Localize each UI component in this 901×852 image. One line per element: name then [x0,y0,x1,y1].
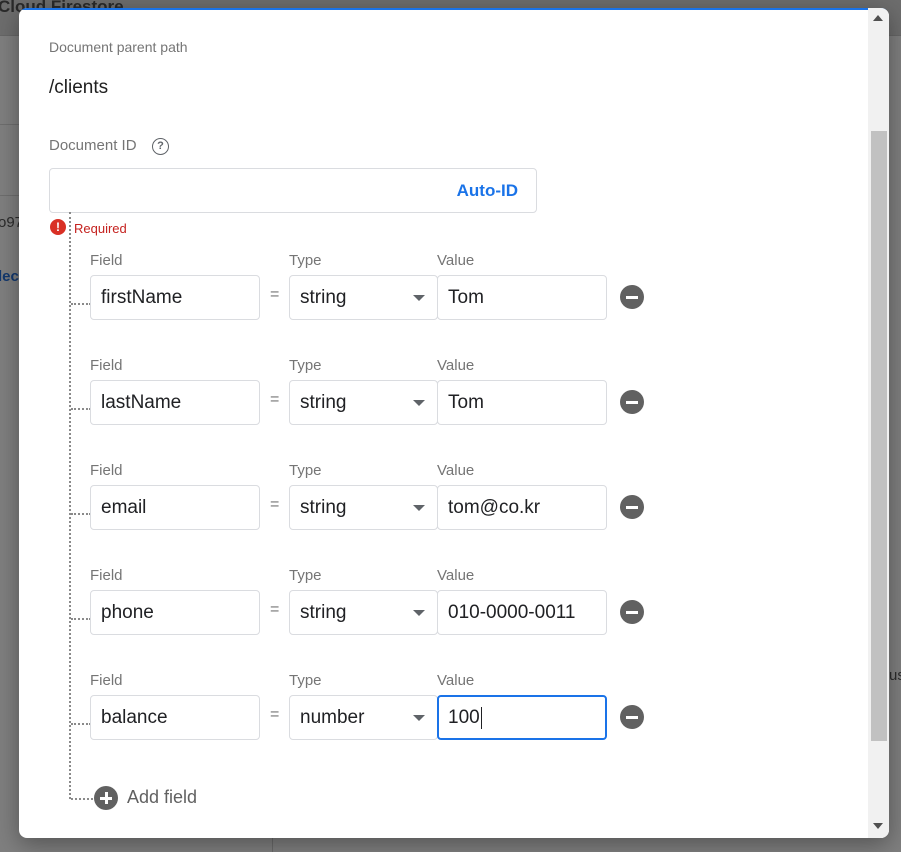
add-field-label: Add field [127,787,198,807]
type-select-value: string [300,602,347,623]
parent-path-value: /clients [49,77,109,98]
type-select-value: string [300,392,347,413]
field-name-input[interactable]: phone [90,590,260,635]
field-column-label: Field [90,252,123,269]
add-document-dialog: Document parent path /clients Document I… [19,8,889,838]
field-name-input[interactable]: lastName [90,380,260,425]
equals-sign: = [270,601,280,618]
scroll-down-arrow-icon[interactable] [873,823,883,829]
equals-sign: = [270,391,280,408]
field-row: Field Type Value balance = number 100 [19,672,719,762]
auto-id-button[interactable]: Auto-ID [457,181,518,201]
parent-path-label: Document parent path [49,39,188,55]
chevron-down-icon [413,715,425,721]
field-value-input[interactable]: 100 [437,695,607,740]
type-column-label: Type [289,252,322,269]
type-select-value: number [300,707,365,728]
field-value-input[interactable]: Tom [437,380,607,425]
field-row: Field Type Value phone = string 010-0000… [19,567,719,657]
field-value-input[interactable]: 010-0000-0011 [437,590,607,635]
field-column-label: Field [90,462,123,479]
field-row: Field Type Value lastName = string Tom [19,357,719,447]
equals-sign: = [270,496,280,513]
type-column-label: Type [289,672,322,689]
remove-field-button[interactable] [620,600,644,624]
type-select[interactable]: number [289,695,438,740]
document-id-input[interactable]: Auto-ID [49,168,537,213]
remove-field-button[interactable] [620,705,644,729]
value-column-label: Value [437,252,475,269]
field-column-label: Field [90,567,123,584]
field-value-input[interactable]: Tom [437,275,607,320]
field-name-input[interactable]: balance [90,695,260,740]
background-snippet: us [889,667,901,684]
type-select-value: string [300,497,347,518]
type-select[interactable]: string [289,380,438,425]
field-value-text: 100 [448,707,480,728]
background-divider [272,836,273,852]
chevron-down-icon [413,295,425,301]
chevron-down-icon [413,610,425,616]
remove-field-button[interactable] [620,285,644,309]
type-select-value: string [300,287,347,308]
type-column-label: Type [289,567,322,584]
chevron-down-icon [413,505,425,511]
field-row: Field Type Value firstName = string Tom [19,252,719,342]
scroll-up-arrow-icon[interactable] [873,15,883,21]
equals-sign: = [270,286,280,303]
scrollbar-thumb[interactable] [871,131,887,741]
field-column-label: Field [90,357,123,374]
value-column-label: Value [437,567,475,584]
equals-sign: = [270,706,280,723]
background-link-snippet: lec [0,268,19,285]
type-column-label: Type [289,357,322,374]
remove-field-button[interactable] [620,390,644,414]
type-select[interactable]: string [289,485,438,530]
value-column-label: Value [437,357,475,374]
document-id-error-text: Required [74,221,127,236]
chevron-down-icon [413,400,425,406]
error-circle-icon: ! [50,219,66,235]
field-row: Field Type Value email = string tom@co.k… [19,462,719,552]
type-select[interactable]: string [289,590,438,635]
type-select[interactable]: string [289,275,438,320]
document-id-label: Document ID [49,137,137,154]
value-column-label: Value [437,672,475,689]
field-name-input[interactable]: email [90,485,260,530]
remove-field-button[interactable] [620,495,644,519]
field-name-input[interactable]: firstName [90,275,260,320]
value-column-label: Value [437,462,475,479]
field-value-input[interactable]: tom@co.kr [437,485,607,530]
type-column-label: Type [289,462,322,479]
add-circle-icon [94,786,118,810]
text-caret [480,706,483,729]
tree-connector-branch [71,798,93,800]
background-divider [0,195,20,196]
background-divider [0,124,20,125]
help-circle-icon[interactable]: ? [152,138,169,155]
dialog-accent-bar [19,8,889,10]
field-column-label: Field [90,672,123,689]
